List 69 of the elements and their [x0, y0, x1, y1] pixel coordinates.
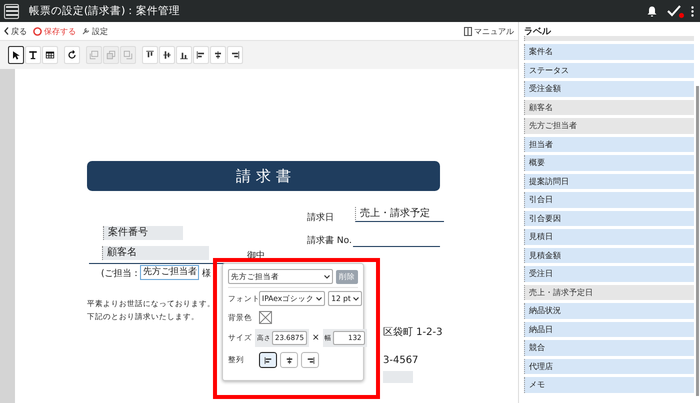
label-item[interactable]: 売上・請求予定日	[524, 284, 694, 300]
background-color-swatch[interactable]	[259, 311, 272, 324]
label-item[interactable]: 納品日	[524, 322, 694, 337]
panel-title: ラベル	[524, 26, 552, 37]
address-text: 区袋町 1-2-3	[383, 326, 442, 339]
label-item[interactable]: 見積金額	[524, 248, 694, 263]
more-icon[interactable]	[691, 6, 694, 16]
label-item[interactable]: 受注金額	[524, 81, 694, 96]
chevron-left-icon	[4, 27, 9, 35]
label-item[interactable]: 案件名	[524, 44, 694, 60]
bell-icon[interactable]	[647, 6, 657, 16]
book-icon	[464, 26, 472, 36]
manual-link[interactable]: マニュアル	[464, 26, 514, 36]
label-item[interactable]: 見積日	[524, 229, 694, 244]
checkmark-icon[interactable]	[667, 5, 681, 17]
tool-button[interactable]	[8, 46, 24, 64]
label-item[interactable]: 先方ご担当者	[524, 118, 694, 134]
back-link[interactable]: 戻る	[4, 26, 27, 36]
alignment-button[interactable]	[259, 352, 277, 368]
label-item[interactable]: 概要	[524, 155, 694, 170]
billing-date-field[interactable]: 売上・請求予定	[355, 207, 444, 222]
contact-prefix: (ご担当：	[101, 268, 141, 280]
caret-icon	[316, 296, 322, 300]
save-link[interactable]: 保存する	[33, 26, 76, 36]
align-middle-icon	[161, 49, 173, 61]
copy-icon	[88, 49, 100, 61]
label-item[interactable]: 引合日	[524, 192, 694, 208]
cursor-icon	[10, 49, 22, 61]
menu-button[interactable]	[4, 4, 19, 18]
settings-link[interactable]: 設定	[82, 26, 108, 36]
stack-icon	[105, 49, 117, 61]
label-item[interactable]: 納品状況	[524, 303, 694, 318]
label-item[interactable]: 競合	[524, 340, 694, 356]
label-item[interactable]: 担当者	[524, 136, 694, 152]
label-item[interactable]: ステータス	[524, 62, 694, 78]
address-text: 3-4567	[383, 355, 418, 366]
document-title: 請 求 書	[87, 161, 440, 191]
times-sign: ×	[312, 333, 320, 343]
rotate-icon	[66, 49, 78, 61]
label-item[interactable]: 引合要因	[524, 210, 694, 226]
label-item[interactable]: 受注日	[524, 266, 694, 282]
text-tool-icon	[27, 49, 39, 61]
align-right-icon	[229, 49, 241, 61]
circle-icon	[33, 26, 42, 36]
contact-field[interactable]: 先方ご担当者	[140, 265, 199, 280]
case-number-field[interactable]: 案件番号	[103, 226, 183, 240]
align-left-icon	[195, 49, 207, 61]
caret-icon	[352, 296, 359, 300]
wrench-icon	[82, 27, 90, 35]
align-center-icon	[212, 49, 224, 61]
alignment-button[interactable]	[301, 352, 319, 368]
contact-suffix: 様	[202, 268, 211, 280]
billing-date-label: 請求日	[307, 212, 334, 224]
customer-name-field[interactable]: 顧客名	[102, 246, 209, 260]
resize-icon	[122, 49, 134, 61]
alignment-button[interactable]	[280, 352, 298, 368]
invoice-number-label: 請求書 No.	[307, 234, 352, 247]
table-icon	[44, 49, 56, 61]
align-left-icon	[262, 354, 274, 366]
document-field[interactable]	[383, 371, 413, 383]
window-title: 帳票の設定(請求書)：案件管理	[29, 4, 180, 18]
label-item[interactable]: メモ	[524, 377, 694, 392]
menu-icon	[6, 6, 18, 16]
honorific-text: 御中	[247, 250, 265, 262]
scrollbar[interactable]	[696, 86, 699, 396]
label-item[interactable]: 顧客名	[524, 100, 694, 115]
label-item[interactable]: 代理店	[524, 358, 694, 374]
caret-icon	[324, 274, 330, 278]
label-item[interactable]: 提案訪問日	[524, 174, 694, 189]
